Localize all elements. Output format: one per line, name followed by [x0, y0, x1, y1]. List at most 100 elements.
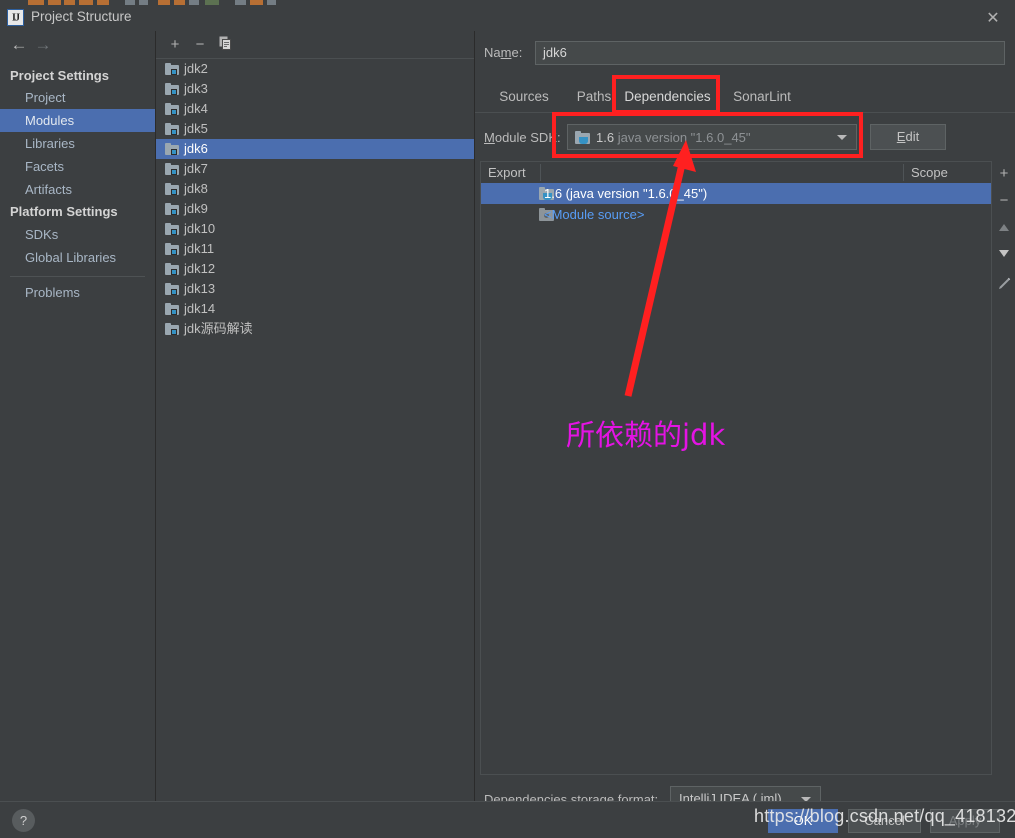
arrow-right-icon[interactable]: → [32, 35, 54, 55]
module-list[interactable]: jdk2 jdk3 jdk4 jdk5 jdk6 jdk7 jdk8 jdk9 jdk10 jdk… [156, 59, 474, 801]
module-folder-icon [165, 223, 179, 235]
module-folder-icon [165, 323, 179, 335]
module-list-item-label: jdk3 [184, 81, 208, 96]
chevron-down-icon [837, 135, 847, 140]
sidebar-group-project-settings: Project Settings [10, 68, 109, 83]
module-name-row: Name: jdk6 [475, 41, 1015, 67]
module-list-item-label: jdk14 [184, 301, 216, 316]
module-list-item-label: jdk12 [184, 261, 216, 276]
module-list-item[interactable]: jdk源码解读 [156, 319, 474, 339]
page-title: Project Structure [31, 9, 132, 24]
add-dependency-button[interactable]: + [993, 161, 1015, 187]
module-list-item[interactable]: jdk4 [156, 99, 474, 119]
question-mark-icon[interactable]: ? [12, 809, 35, 832]
dependencies-table-body[interactable]: 1.6 (java version "1.6.0_45") <Module sou… [481, 183, 991, 774]
dependency-row-label: <Module source> [544, 207, 645, 222]
module-list-item-label: jdk6 [184, 141, 208, 156]
module-list-item-label: jdk源码解读 [184, 321, 253, 336]
copy-icon-glyph [219, 36, 231, 50]
module-list-item[interactable]: jdk13 [156, 279, 474, 299]
sidebar-divider [10, 276, 145, 277]
module-list-item[interactable]: jdk12 [156, 259, 474, 279]
copy-icon[interactable] [214, 36, 236, 57]
arrow-down-icon [999, 250, 1009, 257]
column-header-scope[interactable]: Scope [904, 162, 991, 183]
edit-dependency-button[interactable] [993, 271, 1015, 297]
sidebar-item-modules[interactable]: Modules [0, 109, 155, 132]
tab-sources[interactable]: Sources [489, 81, 559, 113]
intellij-idea-icon: IJ [7, 9, 24, 26]
java-sdk-icon [575, 131, 590, 144]
dependency-row[interactable]: <Module source> [481, 204, 991, 225]
module-list-item-label: jdk2 [184, 61, 208, 76]
dependencies-side-toolbar: + − [993, 161, 1015, 301]
module-folder-icon [165, 103, 179, 115]
sidebar: ← → Project Settings Project Modules Lib… [0, 31, 156, 801]
module-sdk-row: Module SDK: 1.6 java version "1.6.0_45" … [475, 124, 1015, 154]
dependencies-table: Export Scope 1.6 (java version "1.6.0_45… [480, 161, 992, 775]
module-folder-icon [165, 303, 179, 315]
module-list-item[interactable]: jdk2 [156, 59, 474, 79]
module-list-item[interactable]: jdk9 [156, 199, 474, 219]
title-bar: IJ Project Structure ✕ [0, 5, 1015, 31]
plus-icon[interactable]: + [164, 34, 186, 55]
module-sdk-value: 1.6 java version "1.6.0_45" [596, 130, 751, 145]
module-list-item[interactable]: jdk11 [156, 239, 474, 259]
module-list-item-label: jdk4 [184, 101, 208, 116]
sidebar-item-artifacts[interactable]: Artifacts [0, 178, 155, 201]
minus-icon[interactable]: − [189, 34, 211, 55]
tab-sonarlint[interactable]: SonarLint [723, 81, 801, 113]
module-name-input[interactable]: jdk6 [535, 41, 1005, 65]
module-list-item-label: jdk13 [184, 281, 216, 296]
sidebar-item-problems[interactable]: Problems [0, 281, 155, 304]
module-list-item-label: jdk9 [184, 201, 208, 216]
sidebar-item-label: Project [25, 90, 66, 105]
module-list-item[interactable]: jdk14 [156, 299, 474, 319]
move-up-button[interactable] [993, 215, 1015, 241]
annotation-note: 所依赖的jdk [566, 418, 726, 452]
module-list-item[interactable]: jdk7 [156, 159, 474, 179]
tab-paths[interactable]: Paths [567, 81, 621, 113]
move-down-button[interactable] [993, 241, 1015, 267]
edit-sdk-button[interactable]: Edit [870, 124, 946, 150]
sidebar-item-label: SDKs [25, 227, 59, 242]
module-sdk-label: Module SDK: [484, 130, 561, 145]
sidebar-item-label: Problems [25, 285, 80, 300]
module-folder-icon [165, 203, 179, 215]
sidebar-item-libraries[interactable]: Libraries [0, 132, 155, 155]
sidebar-item-label: Modules [25, 113, 75, 128]
module-list-item[interactable]: jdk3 [156, 79, 474, 99]
arrow-up-icon [999, 224, 1009, 231]
tab-dependencies[interactable]: Dependencies [615, 81, 720, 113]
remove-dependency-button[interactable]: − [993, 188, 1015, 214]
sidebar-item-facets[interactable]: Facets [0, 155, 155, 178]
sidebar-item-global-libraries[interactable]: Global Libraries [0, 246, 155, 269]
module-folder-icon [165, 183, 179, 195]
pencil-icon [999, 277, 1011, 289]
sidebar-item-label: Libraries [25, 136, 75, 151]
sidebar-nav-arrows: ← → [0, 31, 155, 58]
column-header-name[interactable] [541, 162, 904, 183]
sidebar-item-project[interactable]: Project [0, 86, 155, 109]
sidebar-item-label: Global Libraries [25, 250, 117, 265]
column-header-export[interactable]: Export [481, 162, 541, 183]
footer-divider [0, 801, 1015, 802]
module-list-item[interactable]: jdk6 [156, 139, 474, 159]
module-folder-icon [165, 243, 179, 255]
module-list-item-label: jdk11 [184, 241, 215, 256]
module-sdk-dropdown[interactable]: 1.6 java version "1.6.0_45" [567, 124, 857, 150]
module-list-toolbar: + − [156, 31, 474, 58]
module-list-item[interactable]: jdk8 [156, 179, 474, 199]
module-folder-icon [165, 263, 179, 275]
dependency-row-label: 1.6 (java version "1.6.0_45") [544, 186, 708, 201]
sidebar-item-sdks[interactable]: SDKs [0, 223, 155, 246]
module-list-item[interactable]: jdk5 [156, 119, 474, 139]
module-list-item[interactable]: jdk10 [156, 219, 474, 239]
sidebar-item-label: Artifacts [25, 182, 72, 197]
module-tabs: Sources Paths Dependencies SonarLint [475, 81, 1015, 113]
module-folder-icon [165, 163, 179, 175]
close-icon[interactable]: ✕ [979, 9, 1007, 29]
arrow-left-icon[interactable]: ← [8, 35, 30, 55]
dependency-row[interactable]: 1.6 (java version "1.6.0_45") [481, 183, 991, 204]
module-list-panel: + − jdk2 jdk3 jdk4 jdk5 jdk6 jdk7 jdk8 jdk9 jdk1… [156, 31, 475, 801]
